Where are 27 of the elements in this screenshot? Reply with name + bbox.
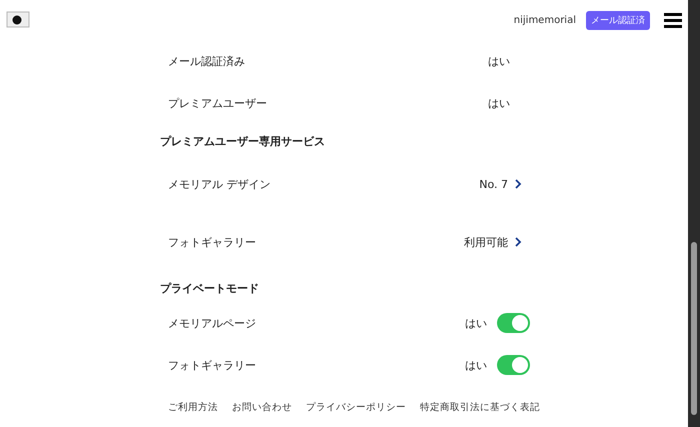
setting-label: フォトギャラリー: [168, 358, 257, 372]
footer-link[interactable]: ご利用方法: [168, 401, 218, 414]
setting-value[interactable]: 利用可能: [464, 234, 508, 250]
setting-value: はい: [465, 358, 487, 372]
toggle-switch[interactable]: [497, 313, 530, 333]
scrollbar[interactable]: [688, 0, 700, 427]
setting-value: はい: [488, 54, 510, 68]
chevron-right-icon[interactable]: [514, 237, 522, 247]
section-heading: プライベートモード: [160, 281, 260, 296]
chevron-right-icon[interactable]: [514, 179, 522, 189]
setting-value: はい: [465, 316, 487, 330]
footer-link[interactable]: 特定商取引法に基づく表記: [420, 401, 540, 414]
section-heading: プレミアムユーザー専用サービス: [160, 134, 326, 149]
setting-label: メール認証済み: [168, 54, 246, 68]
setting-label: メモリアル デザイン: [168, 176, 272, 192]
menu-icon[interactable]: [664, 12, 682, 28]
username: nijimemorial: [514, 14, 576, 26]
setting-label: プレミアムユーザー: [168, 96, 268, 110]
setting-label: フォトギャラリー: [168, 234, 257, 250]
footer-link[interactable]: お問い合わせ: [232, 401, 292, 414]
verified-badge: メール認証済: [586, 10, 650, 30]
logo-icon[interactable]: [6, 11, 32, 29]
setting-value[interactable]: No. 7: [479, 178, 508, 190]
footer-link[interactable]: プライバシーポリシー: [306, 401, 406, 414]
setting-label: メモリアルページ: [168, 316, 257, 330]
toggle-switch[interactable]: [497, 355, 530, 375]
setting-value: はい: [488, 96, 510, 110]
